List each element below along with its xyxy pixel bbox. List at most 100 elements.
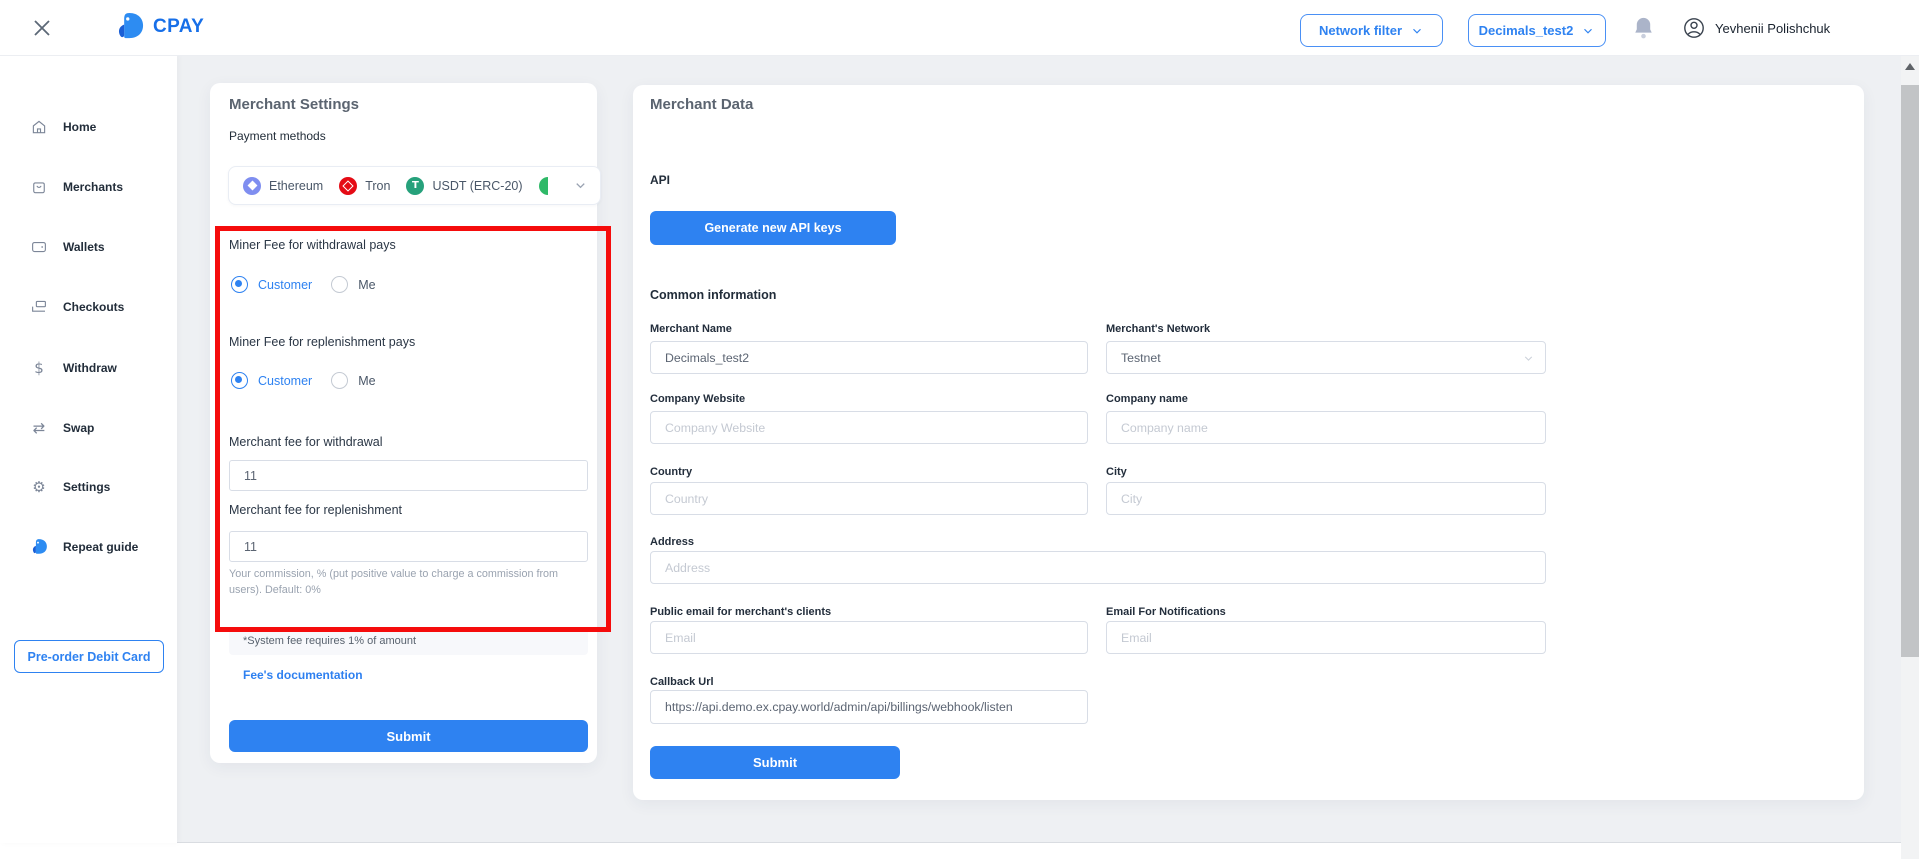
city-label: City <box>1106 466 1127 478</box>
network-filter-button[interactable]: Network filter <box>1300 14 1443 47</box>
sidebar-item-label: Withdraw <box>63 361 117 375</box>
notification-email-input[interactable] <box>1106 621 1546 654</box>
sidebar-item-settings[interactable]: ⚙ Settings <box>30 476 110 498</box>
sidebar-item-wallets[interactable]: Wallets <box>30 236 105 258</box>
close-icon[interactable] <box>30 16 54 40</box>
home-icon <box>30 118 48 136</box>
usdt-coin-icon: T <box>406 177 424 195</box>
radio-customer-label[interactable]: Customer <box>258 278 312 292</box>
radio-me-label[interactable]: Me <box>358 374 375 388</box>
sidebar-item-label: Wallets <box>63 240 105 254</box>
company-website-label: Company Website <box>650 393 745 405</box>
bottom-strip <box>177 842 1901 859</box>
tron-coin-icon <box>339 177 357 195</box>
user-menu[interactable]: Yevhenii Polishchuk <box>1682 16 1830 40</box>
radio-customer[interactable] <box>231 372 248 389</box>
gear-icon: ⚙ <box>30 478 48 496</box>
country-input[interactable] <box>650 482 1088 515</box>
system-fee-note: *System fee requires 1% of amount <box>229 627 588 655</box>
swap-arrows-icon: ⇄ <box>30 419 48 437</box>
cpay-logo-icon <box>114 11 145 42</box>
chevron-down-icon <box>1522 352 1535 365</box>
payment-method-label: Ethereum <box>269 179 323 193</box>
network-filter-label: Network filter <box>1319 23 1402 38</box>
notifications-bell-icon[interactable] <box>1632 16 1655 41</box>
preorder-debit-card-button[interactable]: Pre-order Debit Card <box>14 640 164 673</box>
sidebar-item-label: Settings <box>63 480 110 494</box>
notification-email-label: Email For Notifications <box>1106 606 1226 618</box>
sidebar-item-checkouts[interactable]: Checkouts <box>30 296 124 318</box>
payment-method-label: USDT (ERC-20) <box>432 179 522 193</box>
payment-methods-label: Payment methods <box>229 129 326 143</box>
company-website-input[interactable] <box>650 411 1088 444</box>
city-input[interactable] <box>1106 482 1546 515</box>
radio-me-label[interactable]: Me <box>358 278 375 292</box>
brand-text: CPAY <box>153 16 204 38</box>
user-avatar-icon <box>1682 16 1706 40</box>
top-bar: CPAY Network filter Decimals_test2 Yevhe… <box>0 0 1919 56</box>
generate-api-keys-button[interactable]: Generate new API keys <box>650 211 896 245</box>
merchant-network-select[interactable]: Testnet <box>1106 341 1546 374</box>
merchant-data-submit-button[interactable]: Submit <box>650 746 900 779</box>
common-information-label: Common information <box>650 288 776 302</box>
commission-hint: Your commission, % (put positive value t… <box>229 566 581 598</box>
cpay-logo[interactable]: CPAY <box>114 11 204 42</box>
merchant-dropdown-button[interactable]: Decimals_test2 <box>1468 14 1606 47</box>
vertical-scrollbar <box>1901 55 1919 859</box>
chevron-down-icon <box>1410 24 1424 38</box>
system-fee-note-text: *System fee requires 1% of amount <box>243 635 416 647</box>
sidebar-item-repeat-guide[interactable]: Repeat guide <box>30 536 138 558</box>
merchant-settings-title: Merchant Settings <box>229 96 359 113</box>
sidebar-item-withdraw[interactable]: $ Withdraw <box>30 357 117 379</box>
dollar-icon: $ <box>30 359 48 377</box>
payment-method-label: Tron <box>365 179 390 193</box>
user-name: Yevhenii Polishchuk <box>1715 21 1830 36</box>
country-label: Country <box>650 466 692 478</box>
scrollbar-up-arrow[interactable] <box>1905 63 1915 70</box>
sidebar-item-swap[interactable]: ⇄ Swap <box>30 417 94 439</box>
ethereum-coin-icon <box>243 177 261 195</box>
radio-me[interactable] <box>331 276 348 293</box>
chevron-down-icon <box>573 178 588 198</box>
merchant-network-label: Merchant's Network <box>1106 323 1210 335</box>
app-screen: CPAY Network filter Decimals_test2 Yevhe… <box>0 0 1919 859</box>
checkout-terminal-icon <box>30 298 48 316</box>
cpay-mini-logo-icon <box>30 538 48 556</box>
merchant-name-label: Merchant Name <box>650 323 732 335</box>
sidebar-item-home[interactable]: Home <box>30 116 96 138</box>
radio-customer-label[interactable]: Customer <box>258 374 312 388</box>
company-name-input[interactable] <box>1106 411 1546 444</box>
public-email-label: Public email for merchant's clients <box>650 606 831 618</box>
sidebar-item-label: Home <box>63 120 96 134</box>
public-email-input[interactable] <box>650 621 1088 654</box>
sidebar-item-label: Repeat guide <box>63 540 138 554</box>
merchant-fee-replenishment-label: Merchant fee for replenishment <box>229 503 402 517</box>
miner-fee-withdrawal-label: Miner Fee for withdrawal pays <box>229 238 396 252</box>
merchant-fee-replenishment-input[interactable] <box>229 531 588 562</box>
fees-documentation-link[interactable]: Fee's documentation <box>243 668 363 682</box>
miner-fee-withdrawal-radios: Customer Me <box>231 276 376 293</box>
miner-fee-replenishment-label: Miner Fee for replenishment pays <box>229 335 415 349</box>
scrollbar-thumb[interactable] <box>1901 85 1919 657</box>
address-input[interactable] <box>650 551 1546 584</box>
merchant-network-value: Testnet <box>1121 351 1161 365</box>
wallet-icon <box>30 238 48 256</box>
merchant-name-input[interactable] <box>650 341 1088 374</box>
address-label: Address <box>650 536 694 548</box>
merchant-settings-submit-button[interactable]: Submit <box>229 720 588 752</box>
merchant-fee-withdrawal-label: Merchant fee for withdrawal <box>229 435 383 449</box>
sidebar-item-label: Checkouts <box>63 300 124 314</box>
merchant-fee-withdrawal-input[interactable] <box>229 460 588 491</box>
sidebar-item-label: Merchants <box>63 180 123 194</box>
callback-url-label: Callback Url <box>650 676 714 688</box>
sidebar: Home Merchants Wallets Checkouts $ Withd… <box>0 55 177 843</box>
merchant-data-title: Merchant Data <box>650 96 753 113</box>
radio-customer[interactable] <box>231 276 248 293</box>
miner-fee-replenishment-radios: Customer Me <box>231 372 376 389</box>
api-section-label: API <box>650 173 670 187</box>
payment-methods-select[interactable]: Ethereum Tron T USDT (ERC-20) <box>228 166 601 205</box>
sidebar-item-merchants[interactable]: Merchants <box>30 176 123 198</box>
callback-url-input[interactable] <box>650 690 1088 724</box>
radio-me[interactable] <box>331 372 348 389</box>
merchant-dropdown-value: Decimals_test2 <box>1479 23 1574 38</box>
